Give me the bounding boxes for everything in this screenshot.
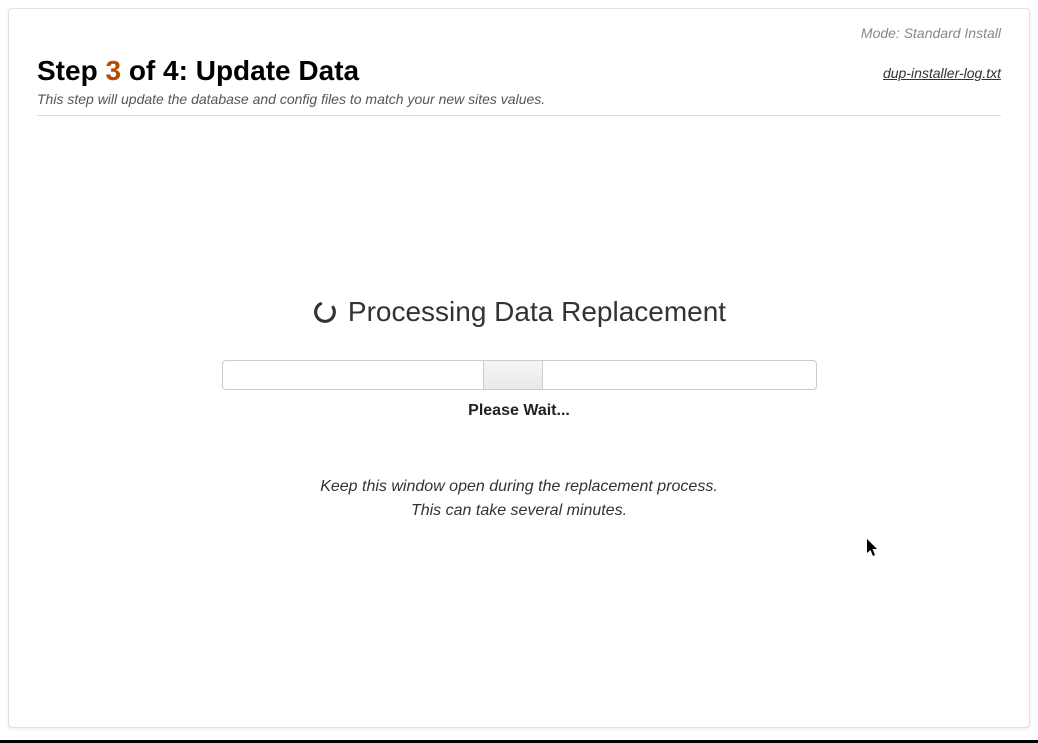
processing-title: Processing Data Replacement — [312, 296, 726, 328]
step-title: Step 3 of 4: Update Data — [37, 55, 359, 86]
processing-block: Processing Data Replacement Please Wait.… — [37, 296, 1001, 523]
log-link[interactable]: dup-installer-log.txt — [883, 65, 1001, 81]
progress-indicator — [483, 361, 543, 389]
please-wait-text: Please Wait... — [37, 402, 1001, 420]
step-number: 3 — [105, 55, 121, 86]
info-line-2: This can take several minutes. — [411, 502, 627, 519]
installer-panel: Mode: Standard Install Step 3 of 4: Upda… — [8, 8, 1030, 728]
step-prefix: Step — [37, 55, 105, 86]
info-text: Keep this window open during the replace… — [37, 475, 1001, 523]
step-name: Update Data — [196, 55, 359, 86]
spinner-icon — [312, 299, 338, 325]
progress-bar — [222, 360, 817, 390]
header-row: Step 3 of 4: Update Data dup-installer-l… — [37, 55, 1001, 107]
header-divider — [37, 115, 1001, 116]
processing-title-text: Processing Data Replacement — [348, 296, 726, 328]
mode-label: Mode: Standard Install — [861, 25, 1001, 41]
cursor-icon — [867, 539, 881, 562]
info-line-1: Keep this window open during the replace… — [320, 478, 718, 495]
step-subtitle: This step will update the database and c… — [37, 91, 1001, 107]
step-middle: of 4: — [121, 55, 196, 86]
